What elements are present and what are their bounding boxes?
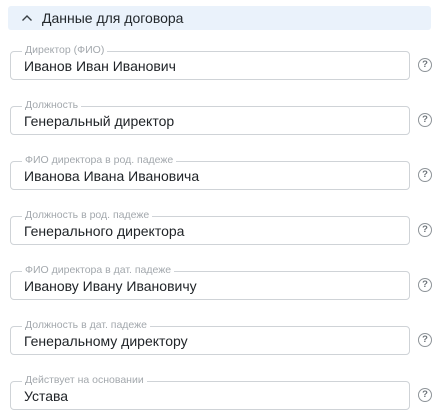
acts-on-basis-field[interactable]: Действует на основании Устава [10, 373, 410, 410]
help-icon[interactable]: ? [418, 113, 432, 127]
help-icon[interactable]: ? [418, 278, 432, 292]
field-label: Должность в род. падеже [22, 208, 153, 222]
field-value: Иванову Ивану Ивановичу [24, 278, 197, 294]
field-label: Должность [22, 98, 82, 112]
field-value: Иванова Ивана Ивановича [24, 168, 200, 184]
section-header-contract-data[interactable]: Данные для договора [8, 6, 431, 30]
field-label: ФИО директора в род. падеже [22, 153, 177, 167]
field-label: Должность в дат. падеже [22, 318, 151, 332]
position-genitive-field[interactable]: Должность в род. падеже Генерального дир… [10, 208, 410, 245]
help-icon[interactable]: ? [418, 223, 432, 237]
director-name-dative-field[interactable]: ФИО директора в дат. падеже Иванову Иван… [10, 263, 410, 300]
help-icon[interactable]: ? [418, 333, 432, 347]
field-label: Действует на основании [22, 373, 147, 387]
director-name-field[interactable]: Директор (ФИО) Иванов Иван Иванович [10, 43, 410, 80]
section-title: Данные для договора [42, 10, 184, 26]
field-value: Генеральному директору [24, 333, 188, 349]
field-label: Директор (ФИО) [22, 43, 108, 57]
help-icon[interactable]: ? [418, 168, 432, 182]
field-value: Устава [24, 388, 69, 404]
position-field[interactable]: Должность Генеральный директор [10, 98, 410, 135]
field-value: Генерального директора [24, 223, 185, 239]
help-icon[interactable]: ? [418, 58, 432, 72]
help-icon[interactable]: ? [418, 388, 432, 402]
field-value: Иванов Иван Иванович [24, 58, 176, 74]
position-dative-field[interactable]: Должность в дат. падеже Генеральному дир… [10, 318, 410, 355]
chevron-up-icon[interactable] [16, 6, 38, 30]
field-label: ФИО директора в дат. падеже [22, 263, 175, 277]
director-name-genitive-field[interactable]: ФИО директора в род. падеже Иванова Иван… [10, 153, 410, 190]
field-value: Генеральный директор [24, 113, 175, 129]
